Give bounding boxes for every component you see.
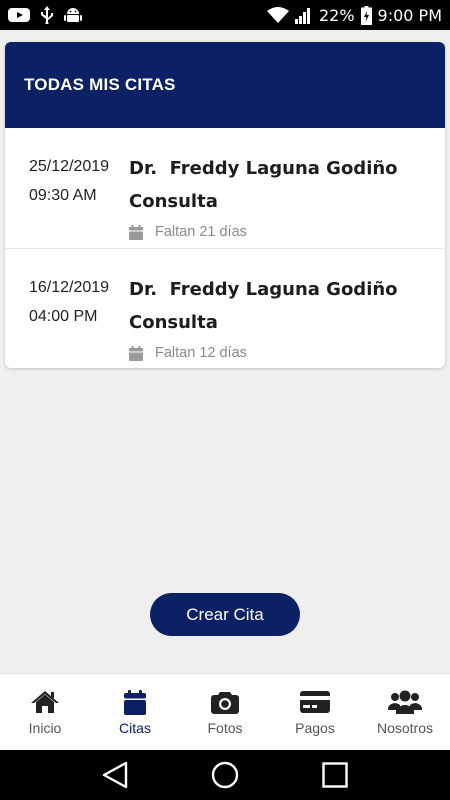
- nav-label: Pagos: [295, 720, 335, 736]
- appointment-item[interactable]: 16/12/2019 04:00 PM Dr. Freddy Laguna Go…: [5, 248, 445, 368]
- appointment-remaining: Faltan 12 días: [129, 345, 445, 361]
- appointment-type: Consulta: [129, 312, 218, 333]
- users-icon: [388, 689, 422, 715]
- status-left: [8, 6, 82, 24]
- wifi-icon: [266, 7, 289, 23]
- appointment-remaining: Faltan 21 días: [129, 224, 445, 240]
- card-header: TODAS MIS CITAS: [5, 42, 445, 128]
- nav-item-pagos[interactable]: Pagos: [270, 674, 360, 750]
- credit-card-icon: [300, 689, 330, 715]
- battery-icon: [360, 5, 372, 25]
- appointment-type: Consulta: [129, 191, 218, 212]
- nav-label: Nosotros: [376, 720, 434, 736]
- recents-icon[interactable]: [315, 755, 355, 795]
- status-right: 22% 9:00 PM: [266, 5, 442, 25]
- create-appointment-button[interactable]: Crear Cita: [150, 593, 300, 636]
- appointment-info: Dr. Freddy Laguna Godiño Consulta Faltan…: [129, 152, 445, 248]
- bottom-nav: Inicio Citas Fotos Pagos Nosotros: [0, 673, 450, 750]
- nav-item-inicio[interactable]: Inicio: [0, 674, 90, 750]
- appointment-datetime: 25/12/2019 09:30 AM: [29, 152, 129, 248]
- appointment-datetime: 16/12/2019 04:00 PM: [29, 273, 129, 368]
- youtube-icon: [8, 7, 30, 23]
- clock: 9:00 PM: [377, 5, 442, 25]
- appointment-date: 25/12/2019: [29, 158, 110, 175]
- nav-item-fotos[interactable]: Fotos: [180, 674, 270, 750]
- appointment-info: Dr. Freddy Laguna Godiño Consulta Faltan…: [129, 273, 445, 368]
- appointment-date: 16/12/2019: [29, 279, 110, 296]
- signal-icon: [294, 6, 313, 24]
- appointment-remaining-text: Faltan 21 días: [155, 224, 247, 240]
- camera-icon: [211, 689, 239, 715]
- appointment-time: 04:00 PM: [29, 308, 98, 325]
- system-nav-bar: [0, 750, 450, 800]
- calendar-icon: [129, 345, 143, 361]
- home-icon: [30, 689, 60, 715]
- appointment-time: 09:30 AM: [29, 187, 97, 204]
- battery-percent: 22%: [318, 5, 355, 25]
- calendar-icon: [124, 689, 146, 715]
- calendar-icon: [129, 224, 143, 240]
- nav-label: Citas: [119, 720, 151, 736]
- nav-label: Fotos: [207, 720, 243, 736]
- appointment-remaining-text: Faltan 12 días: [155, 345, 247, 361]
- card-title: TODAS MIS CITAS: [24, 75, 176, 94]
- appointment-item[interactable]: 25/12/2019 09:30 AM Dr. Freddy Laguna Go…: [5, 128, 445, 248]
- appointment-doctor: Dr. Freddy Laguna Godiño: [129, 158, 398, 179]
- nav-item-citas[interactable]: Citas: [90, 674, 180, 750]
- appointment-doctor: Dr. Freddy Laguna Godiño: [129, 279, 398, 300]
- android-icon: [64, 6, 82, 24]
- status-bar: 22% 9:00 PM: [0, 0, 450, 30]
- appointments-card: TODAS MIS CITAS 25/12/2019 09:30 AM Dr. …: [5, 42, 445, 368]
- usb-icon: [40, 6, 54, 24]
- nav-item-nosotros[interactable]: Nosotros: [360, 674, 450, 750]
- back-icon[interactable]: [95, 755, 135, 795]
- home-circle-icon[interactable]: [205, 755, 245, 795]
- nav-label: Inicio: [28, 720, 62, 736]
